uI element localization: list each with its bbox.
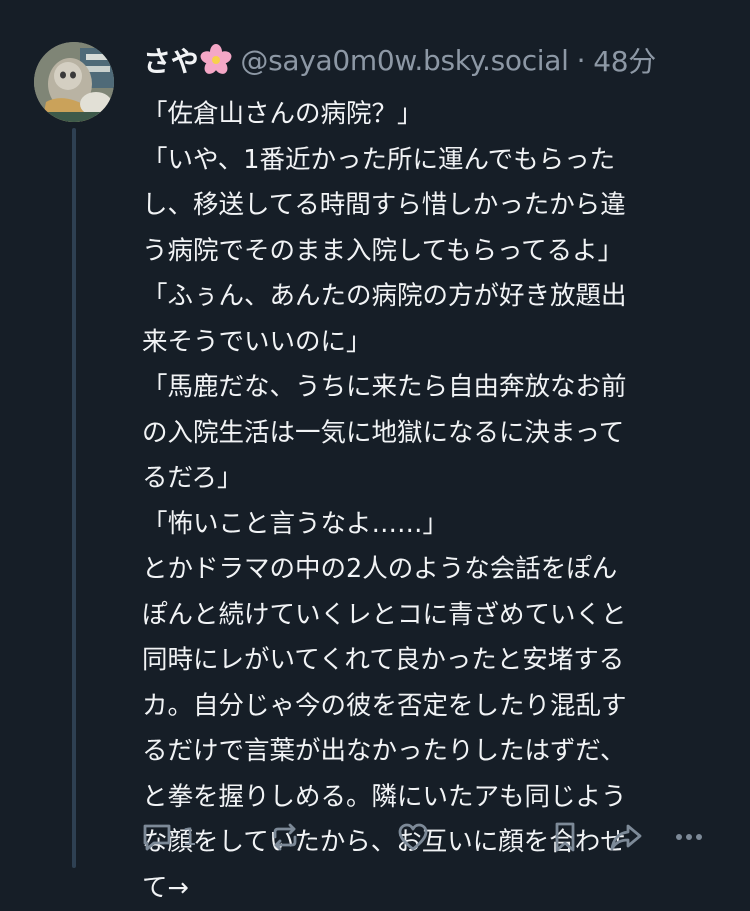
like-button[interactable] bbox=[396, 820, 430, 854]
share-button[interactable] bbox=[608, 820, 644, 854]
post[interactable]: さや @saya0m0w.bsky.social · 48分 「佐倉山さんの病院… bbox=[0, 0, 750, 856]
share-arrow-icon bbox=[608, 820, 644, 854]
post-text-line: 「怖いこと言うなよ……」 bbox=[142, 502, 732, 548]
post-text-line: るだろ」 bbox=[142, 456, 732, 502]
post-text-line: 「いや、1番近かった所に運んでもらった bbox=[142, 138, 732, 184]
post-actions: 1 bbox=[140, 818, 720, 858]
bookmark-button[interactable] bbox=[548, 820, 582, 854]
author-display-name[interactable]: さや bbox=[143, 40, 198, 80]
post-text: 「佐倉山さんの病院？」 「いや、1番近かった所に運んでもらった し、移送してる時… bbox=[142, 92, 732, 911]
heart-icon bbox=[396, 820, 430, 854]
post-timestamp[interactable]: 48分 bbox=[593, 40, 656, 80]
thread-line bbox=[72, 128, 76, 868]
avatar[interactable] bbox=[34, 42, 114, 122]
post-text-line: 同時にレがいてくれて良かったと安堵する bbox=[142, 638, 732, 684]
post-text-line: 「ふぅん、あんたの病院の方が好き放題出 bbox=[142, 274, 732, 320]
reply-button[interactable]: 1 bbox=[140, 820, 197, 854]
post-text-line: の入院生活は一気に地獄になるに決まって bbox=[142, 411, 732, 457]
post-text-line: と拳を握りしめる。隣にいたアも同じよう bbox=[142, 775, 732, 821]
reply-count: 1 bbox=[182, 823, 197, 851]
post-text-line: し、移送してる時間すら惜しかったから違 bbox=[142, 183, 732, 229]
avatar-image bbox=[34, 42, 114, 122]
cherry-blossom-icon bbox=[200, 44, 232, 76]
author-handle[interactable]: @saya0m0w.bsky.social bbox=[240, 44, 568, 77]
post-text-line: カ。自分じゃ今の彼を否定をしたり混乱す bbox=[142, 684, 732, 730]
separator-dot: · bbox=[577, 44, 586, 77]
more-options-button[interactable] bbox=[672, 820, 706, 854]
post-text-line: 「佐倉山さんの病院？」 bbox=[142, 92, 732, 138]
repost-button[interactable] bbox=[268, 820, 302, 854]
ellipsis-icon bbox=[672, 820, 706, 854]
post-header: さや @saya0m0w.bsky.social · 48分 bbox=[143, 38, 730, 82]
post-text-line: とかドラマの中の2人のような会話をぽん bbox=[142, 547, 732, 593]
bookmark-icon bbox=[548, 820, 582, 854]
post-text-line: 「馬鹿だな、うちに来たら自由奔放なお前 bbox=[142, 365, 732, 411]
post-text-line: う病院でそのまま入院してもらってるよ」 bbox=[142, 229, 732, 275]
post-text-line: て→ bbox=[142, 866, 732, 911]
post-text-line: 来そうでいいのに」 bbox=[142, 320, 732, 366]
post-text-line: ぽんと続けていくレとコに青ざめていくと bbox=[142, 593, 732, 639]
post-text-line: るだけで言葉が出なかったりしたはずだ、 bbox=[142, 729, 732, 775]
speech-bubble-icon bbox=[140, 820, 174, 854]
repost-arrows-icon bbox=[268, 820, 302, 854]
